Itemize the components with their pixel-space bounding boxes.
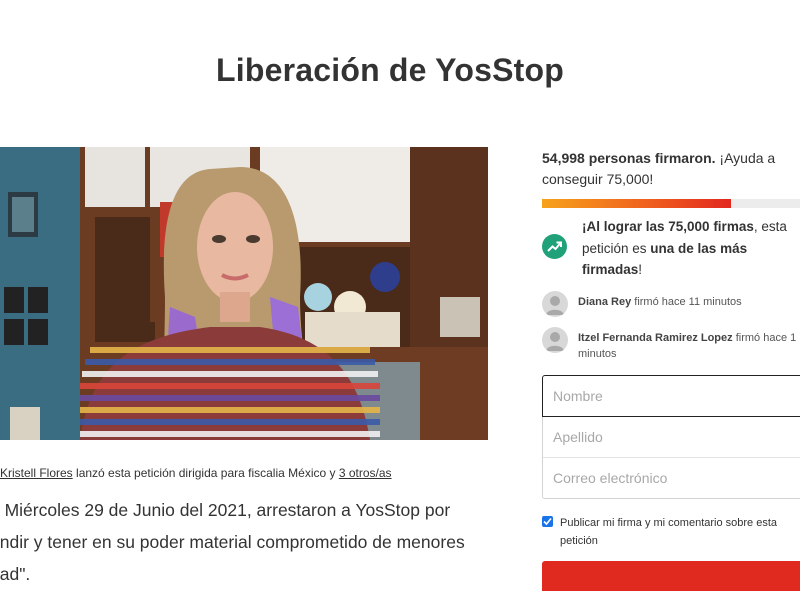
description-line: dad".	[0, 564, 31, 584]
description-line: a Miércoles 29 de Junio del 2021, arrest…	[0, 500, 451, 520]
recent-signer-text: Itzel Fernanda Ramirez Lopez firmó hace …	[578, 331, 800, 362]
publish-checkbox-label: Publicar mi firma y mi comentario sobre …	[560, 517, 778, 547]
description-line: undir y tener en su poder material compr…	[0, 532, 465, 552]
milestone-notice: ¡Al lograr las 75,000 firmas, esta petic…	[542, 216, 800, 280]
starter-text: lanzó esta petición dirigida para fiscal…	[72, 466, 339, 480]
recent-signer: Itzel Fernanda Ramirez Lopez firmó hace …	[542, 327, 800, 361]
petition-title: Liberación de YosStop	[216, 52, 564, 88]
signature-panel: 54,998 personas firmaron. ¡Ayuda a conse…	[542, 148, 800, 208]
petition-description: a Miércoles 29 de Junio del 2021, arrest…	[0, 494, 495, 590]
publish-checkbox[interactable]	[542, 516, 553, 527]
recent-signer: Diana Rey firmó hace 11 minutos	[542, 291, 800, 321]
checkmark-icon	[543, 517, 552, 526]
recent-signer-text: Diana Rey firmó hace 11 minutos	[578, 295, 800, 311]
milestone-end: !	[638, 262, 643, 277]
email-input[interactable]	[542, 458, 800, 499]
starter-others-link[interactable]: 3 otros/as	[339, 466, 392, 480]
signature-progress-fill	[542, 199, 732, 208]
petition-photo	[0, 147, 488, 440]
last-name-input[interactable]	[542, 417, 800, 458]
petition-starter: Kristell Flores lanzó esta petición diri…	[0, 466, 500, 480]
first-name-input[interactable]	[542, 375, 800, 417]
signature-count-number: 54,998 personas firmaron.	[542, 150, 716, 166]
sign-petition-button[interactable]	[542, 561, 800, 591]
user-avatar-icon	[542, 327, 568, 353]
signature-count: 54,998 personas firmaron. ¡Ayuda a conse…	[542, 148, 800, 190]
user-avatar-icon	[542, 291, 568, 317]
starter-name-link[interactable]: Kristell Flores	[0, 466, 73, 480]
signature-progress-bar	[542, 199, 800, 208]
signer-name: Diana Rey	[578, 296, 632, 308]
signature-form	[542, 375, 800, 499]
trending-up-icon	[542, 234, 567, 259]
signer-action: firmó hace 11 minutos	[631, 296, 742, 308]
milestone-highlight: ¡Al lograr las 75,000 firmas	[582, 219, 754, 234]
milestone-text: ¡Al lograr las 75,000 firmas, esta petic…	[582, 216, 800, 281]
signer-name: Itzel Fernanda Ramirez Lopez	[578, 332, 733, 344]
